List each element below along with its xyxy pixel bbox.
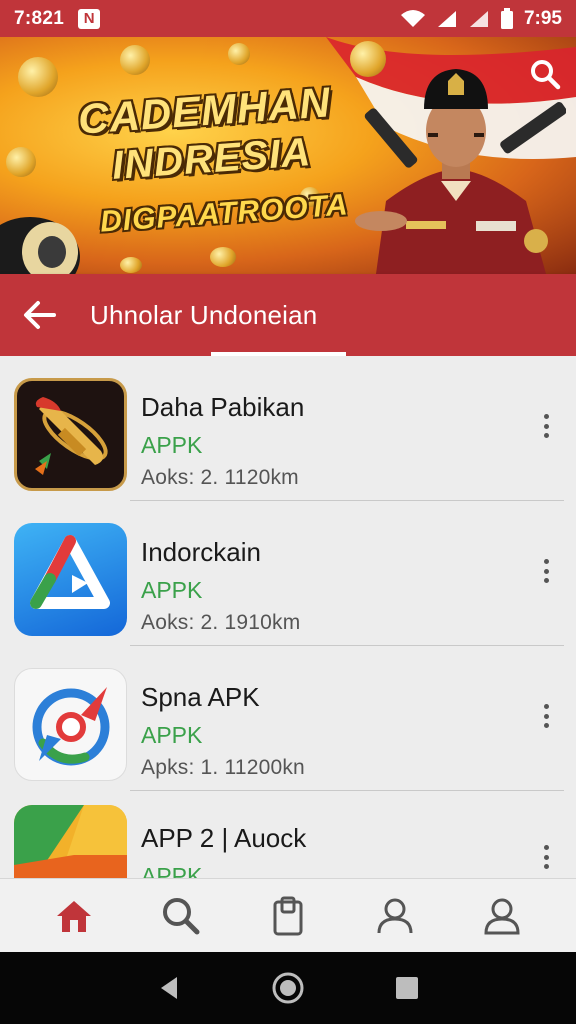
signal-icon-2 bbox=[469, 10, 488, 27]
app-bar: Uhnolar Undoneian bbox=[0, 274, 576, 356]
status-icons: 7:95 bbox=[400, 7, 562, 30]
clipboard-icon bbox=[273, 896, 303, 935]
app-meta: Apks: 1. 11200kn bbox=[141, 756, 305, 779]
nav-search[interactable] bbox=[151, 886, 211, 946]
play-triangle-icon bbox=[14, 523, 127, 636]
back-button[interactable] bbox=[22, 297, 58, 333]
coin-decoration bbox=[210, 247, 236, 267]
status-bar: 7:821 N 7:95 bbox=[0, 0, 576, 37]
profile-icon bbox=[377, 898, 413, 933]
search-icon[interactable] bbox=[528, 57, 562, 91]
app-name: Daha Pabikan bbox=[141, 392, 305, 422]
notification-icon: N bbox=[78, 8, 101, 29]
signal-icon bbox=[437, 10, 456, 27]
back-arrow-icon bbox=[24, 301, 56, 329]
app-type: APPK bbox=[141, 577, 203, 603]
system-home-button[interactable] bbox=[266, 966, 310, 1010]
coin-decoration bbox=[120, 45, 150, 75]
home-circle-icon bbox=[272, 972, 304, 1004]
more-options-button[interactable] bbox=[534, 553, 558, 589]
back-triangle-icon bbox=[161, 977, 178, 999]
app-type: APPK bbox=[141, 722, 203, 748]
app-meta: Aoks: 2. 1120km bbox=[141, 466, 299, 489]
more-options-button[interactable] bbox=[534, 408, 558, 444]
promo-banner[interactable]: CADEMHAN INDRESIA DIGPAATROOTA bbox=[0, 37, 576, 274]
list-item[interactable]: Indorckain APPK Aoks: 2. 1910km bbox=[0, 501, 576, 646]
coin-decoration bbox=[228, 43, 250, 65]
system-navigation bbox=[0, 952, 576, 1024]
recents-square-icon bbox=[395, 977, 418, 999]
bullet-coin-icon bbox=[14, 378, 127, 491]
banner-title-line3: DIGPAATROOTA bbox=[99, 188, 350, 239]
bottom-navigation bbox=[0, 878, 576, 952]
system-back-button[interactable] bbox=[147, 966, 191, 1010]
nav-profile[interactable] bbox=[365, 886, 425, 946]
app-name: Spna APK bbox=[141, 682, 260, 712]
account-icon bbox=[484, 898, 520, 934]
app-meta: Aoks: 2. 1910km bbox=[141, 611, 301, 634]
app-type: APPK bbox=[141, 432, 203, 458]
list-item[interactable]: APP 2 | Auock APPK bbox=[0, 791, 576, 878]
folder-icon bbox=[14, 805, 127, 878]
list-item[interactable]: Daha Pabikan APPK Aoks: 2. 1120km bbox=[0, 356, 576, 501]
app-name: APP 2 | Auock bbox=[141, 823, 307, 853]
compass-icon bbox=[14, 668, 127, 781]
system-recents-button[interactable] bbox=[385, 966, 429, 1010]
nav-downloads[interactable] bbox=[258, 886, 318, 946]
list-item[interactable]: Spna APK APPK Apks: 1. 11200kn bbox=[0, 646, 576, 791]
nav-account[interactable] bbox=[472, 886, 532, 946]
more-options-button[interactable] bbox=[534, 698, 558, 734]
status-time: 7:821 bbox=[14, 7, 65, 29]
status-time-right: 7:95 bbox=[523, 7, 562, 29]
coin-decoration bbox=[18, 57, 58, 97]
search-icon bbox=[162, 897, 200, 934]
more-options-button[interactable] bbox=[534, 839, 558, 875]
coin-decoration bbox=[120, 257, 142, 273]
app-list: Daha Pabikan APPK Aoks: 2. 1120km Indorc… bbox=[0, 356, 576, 878]
coin-decoration bbox=[6, 147, 36, 177]
nav-home[interactable] bbox=[44, 886, 104, 946]
wifi-icon bbox=[400, 9, 425, 27]
app-type: APPK bbox=[141, 863, 203, 878]
battery-icon bbox=[500, 7, 513, 29]
home-icon bbox=[56, 900, 91, 932]
page-title: Uhnolar Undoneian bbox=[90, 299, 318, 330]
app-name: Indorckain bbox=[141, 537, 261, 567]
slot-wheel-graphic bbox=[0, 217, 80, 274]
